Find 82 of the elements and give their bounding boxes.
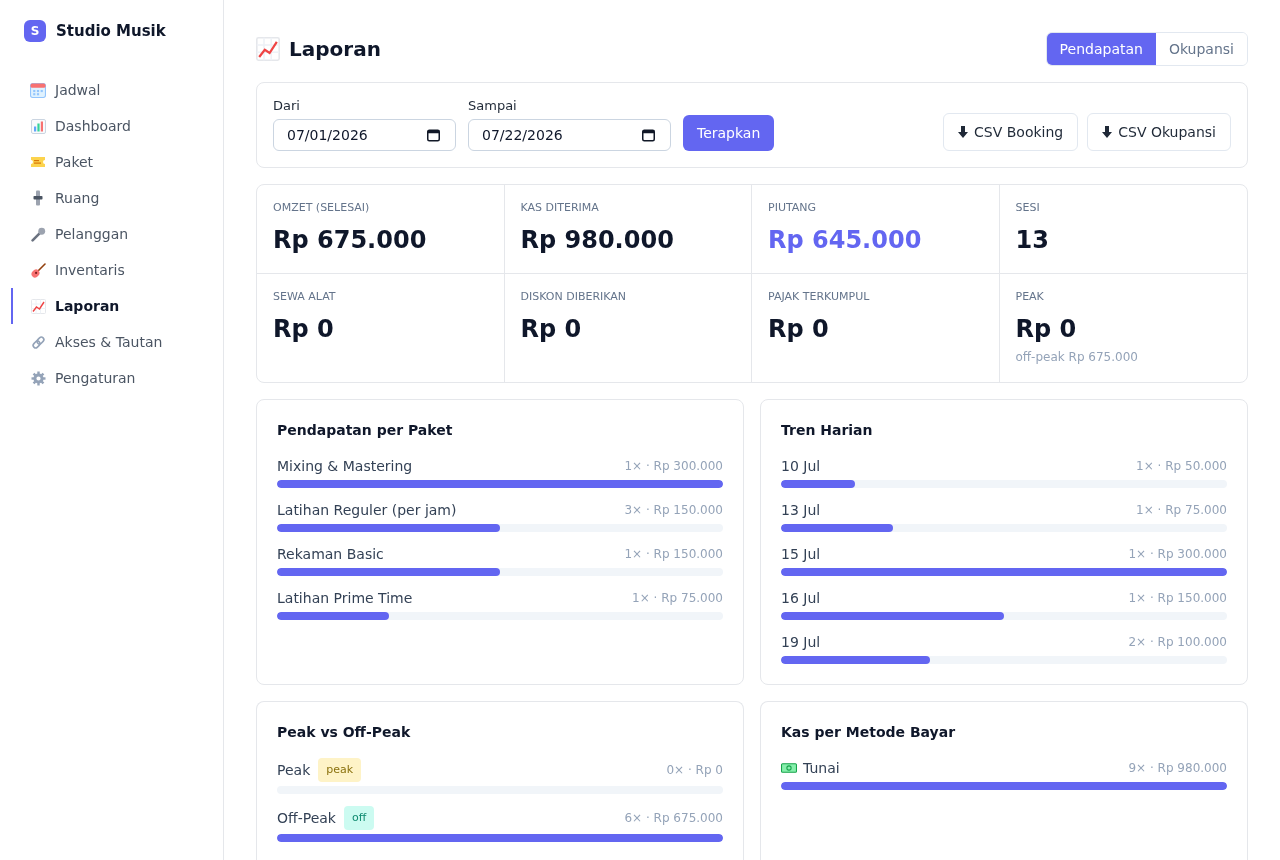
brand-name: Studio Musik — [56, 22, 166, 40]
card-title: Kas per Metode Bayar — [781, 723, 957, 742]
nav-item[interactable]: Pelanggan — [11, 216, 211, 252]
stat-note: off-peak Rp 675.000 — [1015, 350, 1139, 364]
nav-item[interactable]: Jadwal — [11, 72, 211, 108]
row-reading: 1× · Rp 75.000 — [632, 591, 723, 605]
calendar-icon — [642, 128, 655, 142]
stat-value: Rp 675.000 — [273, 225, 428, 255]
row-label: Latihan Prime Time — [277, 589, 413, 608]
calendar-icon — [427, 128, 440, 142]
guitar-icon — [30, 262, 46, 278]
row-label: Rekaman Basic — [277, 545, 384, 564]
nav-item[interactable]: Inventaris — [11, 252, 211, 288]
stat-value: Rp 980.000 — [520, 225, 675, 255]
microphone-icon — [30, 226, 46, 242]
row-reading: 0× · Rp 0 — [666, 763, 723, 777]
nav-item[interactable]: Pengaturan — [11, 360, 211, 396]
stat-label: PAJAK TERKUMPUL — [768, 290, 871, 304]
ticket-icon — [30, 157, 46, 167]
stat-label: SEWA ALAT — [273, 290, 337, 304]
card-title: Peak vs Off-Peak — [277, 723, 412, 742]
stat-label: SESI — [1015, 201, 1041, 215]
stat-value: Rp 0 — [520, 314, 583, 344]
view-tab[interactable]: Pendapatan — [1046, 33, 1156, 65]
date-field[interactable]: 07/01/2026 — [273, 119, 456, 151]
row-reading: 1× · Rp 150.000 — [624, 547, 723, 561]
row-reading: 1× · Rp 150.000 — [1128, 591, 1227, 605]
page-title: Laporan — [289, 37, 381, 61]
row-reading: 2× · Rp 100.000 — [1128, 635, 1227, 649]
stat-label: KAS DITERIMA — [520, 201, 600, 215]
stat-value: Rp 0 — [768, 314, 830, 344]
row-label: Tunai — [803, 759, 840, 778]
chart-up-icon — [256, 37, 280, 61]
card-title: Pendapatan per Paket — [277, 421, 454, 440]
download-icon — [958, 126, 969, 138]
settings-icon — [30, 370, 46, 386]
stat-label: DISKON DIBERIKAN — [520, 290, 628, 304]
calendar-icon — [30, 82, 46, 98]
row-label: Off-Peak — [277, 809, 336, 828]
banknote-icon — [781, 763, 797, 773]
stat-value: 13 — [1015, 225, 1050, 255]
chart-up-icon — [30, 298, 46, 314]
stat-label: PIUTANG — [768, 201, 818, 215]
export-button[interactable]: CSV Booking — [943, 113, 1079, 151]
stat-value: Rp 0 — [1015, 314, 1078, 344]
row-label: 10 Jul — [781, 457, 821, 476]
row-reading: 1× · Rp 300.000 — [1128, 547, 1227, 561]
row-reading: 3× · Rp 150.000 — [624, 503, 723, 517]
row-label: Peak — [277, 761, 311, 780]
row-reading: 1× · Rp 50.000 — [1136, 459, 1227, 473]
nav-item[interactable]: Laporan — [11, 288, 211, 324]
stat-label: OMZET (SELESAI) — [273, 201, 371, 215]
row-reading: 9× · Rp 980.000 — [1128, 761, 1227, 775]
export-button[interactable]: CSV Okupansi — [1087, 113, 1231, 151]
row-label: Mixing & Mastering — [277, 457, 413, 476]
stat-value: Rp 645.000 — [768, 225, 923, 255]
nav-item[interactable]: Dashboard — [11, 108, 211, 144]
stat-label: PEAK — [1015, 290, 1045, 304]
slider-icon — [33, 190, 43, 206]
row-reading: 6× · Rp 675.000 — [624, 811, 723, 825]
field-label: Dari — [273, 98, 301, 114]
bar-chart-icon — [30, 118, 46, 134]
date-field[interactable]: 07/22/2026 — [468, 119, 671, 151]
nav-item[interactable]: Paket — [11, 144, 211, 180]
nav-item[interactable]: Ruang — [11, 180, 211, 216]
stat-value: Rp 0 — [273, 314, 335, 344]
download-icon — [1102, 126, 1113, 138]
row-label: 16 Jul — [781, 589, 821, 608]
card-title: Tren Harian — [781, 421, 874, 440]
period-badge: peak — [318, 758, 362, 782]
nav-item[interactable]: Akses & Tautan — [11, 324, 211, 360]
row-label: Latihan Reguler (per jam) — [277, 501, 457, 520]
row-reading: 1× · Rp 300.000 — [624, 459, 723, 473]
row-label: 15 Jul — [781, 545, 821, 564]
link-icon — [30, 334, 46, 350]
period-badge: off — [343, 806, 375, 830]
row-label: 13 Jul — [781, 501, 821, 520]
row-reading: 1× · Rp 75.000 — [1136, 503, 1227, 517]
row-label: 19 Jul — [781, 633, 821, 652]
apply-button[interactable]: Terapkan — [683, 115, 775, 151]
brand-logo: S — [24, 20, 46, 42]
field-label: Sampai — [468, 98, 518, 114]
